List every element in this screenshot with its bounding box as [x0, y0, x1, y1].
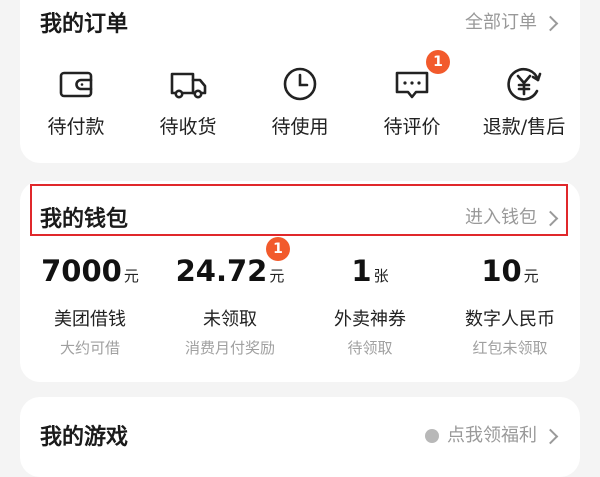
wallet-item-label: 未领取 — [203, 309, 257, 330]
wallet-item-label: 美团借钱 — [54, 309, 126, 330]
wallet-amount: 10 — [481, 254, 522, 288]
wallet-unit: 张 — [373, 267, 389, 285]
order-item-label: 待评价 — [383, 116, 441, 138]
chevron-right-icon — [542, 15, 559, 31]
claim-benefits-label: 点我领福利 — [447, 425, 537, 446]
order-item-label: 待付款 — [47, 116, 105, 138]
order-pending-payment[interactable]: 待付款 — [20, 64, 132, 137]
chevron-right-icon — [542, 428, 559, 444]
dot-icon — [425, 429, 439, 443]
all-orders-link[interactable]: 全部订单 — [465, 12, 559, 33]
order-to-review[interactable]: 待评价 1 — [356, 50, 468, 138]
orders-card: 我的订单 全部订单 待付款 待收货 待使用 待评价 1 退款/售后 — [20, 0, 580, 163]
wallet-unit: 元 — [269, 267, 285, 285]
wallet-item-digital-rmb[interactable]: 10 元 数字人民币 红包未领取 — [440, 257, 580, 356]
wallet-unit: 元 — [523, 267, 539, 285]
games-title: 我的游戏 — [40, 425, 129, 450]
wallet-item-sub: 消费月付奖励 — [184, 339, 275, 357]
wallet-item-sub: 大约可借 — [59, 339, 120, 357]
clock-icon — [283, 67, 317, 101]
wallet-item-label: 数字人民币 — [465, 309, 555, 330]
wallet-header-highlight — [30, 184, 568, 236]
order-to-receive[interactable]: 待收货 — [132, 64, 244, 137]
wallet-item-borrow[interactable]: 7000 元 美团借钱 大约可借 — [20, 257, 160, 356]
all-orders-label: 全部订单 — [465, 12, 537, 33]
notification-badge: 1 — [426, 50, 450, 74]
claim-benefits-link[interactable]: 点我领福利 — [425, 425, 559, 446]
order-refund-aftersale[interactable]: 退款/售后 — [468, 64, 580, 137]
wallet-amount: 1 — [351, 254, 372, 288]
order-to-use[interactable]: 待使用 — [244, 64, 356, 137]
delivery-truck-icon — [170, 72, 207, 99]
order-item-label: 待使用 — [271, 116, 329, 138]
wallet-icon — [59, 71, 93, 98]
wallet-item-sub: 红包未领取 — [472, 339, 548, 357]
order-item-label: 退款/售后 — [482, 116, 566, 138]
orders-title: 我的订单 — [40, 12, 129, 37]
order-item-label: 待收货 — [159, 116, 217, 138]
wallet-amount: 24.72 — [175, 254, 268, 288]
wallet-amount: 7000 — [41, 254, 122, 288]
wallet-item-label: 外卖神券 — [334, 309, 406, 330]
wallet-unit: 元 — [123, 267, 139, 285]
wallet-item-coupon[interactable]: 1 张 外卖神券 待领取 — [300, 257, 440, 356]
notification-badge: 1 — [266, 237, 290, 261]
yuan-refund-icon — [507, 67, 542, 101]
wallet-item-sub: 待领取 — [347, 339, 393, 357]
wallet-item-unclaimed[interactable]: 24.72 元 未领取 消费月付奖励 1 — [160, 237, 300, 357]
games-card: 我的游戏 点我领福利 — [20, 397, 580, 477]
comment-icon — [395, 71, 429, 99]
